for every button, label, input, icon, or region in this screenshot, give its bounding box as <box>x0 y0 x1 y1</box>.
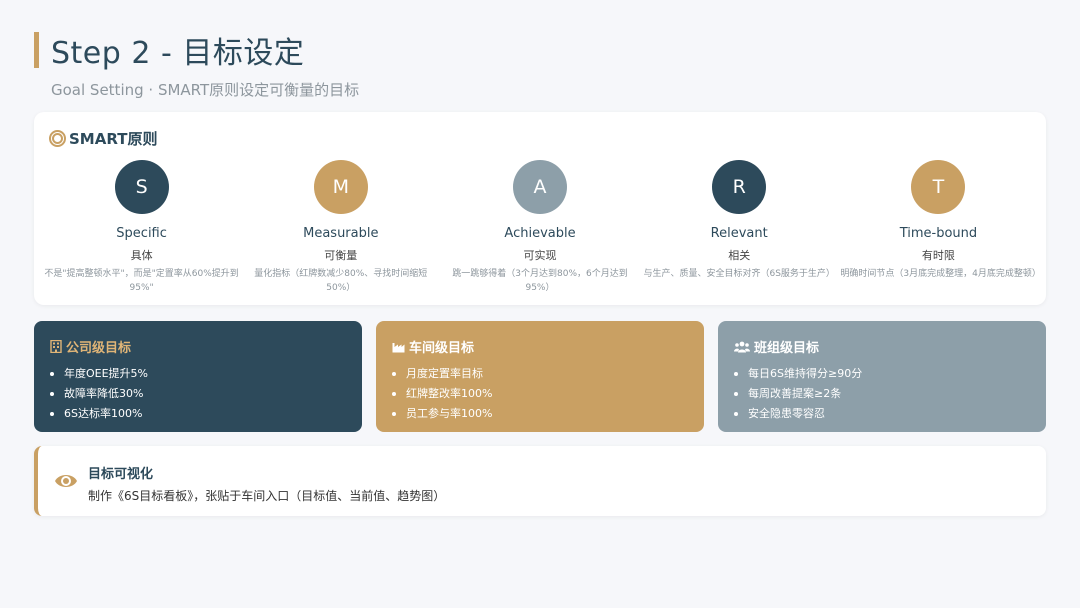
target-icon <box>49 130 66 147</box>
item-name: Specific <box>116 226 167 241</box>
letter-circle: M <box>313 160 368 214</box>
title-accent-bar <box>34 32 39 68</box>
letter-circle: T <box>911 160 966 214</box>
smart-title: SMART原则 <box>69 130 158 148</box>
smart-card: SMART原则 S Specific 具体 不是"提高整顿水平"，而是"定置率从… <box>34 112 1046 305</box>
item-desc: 不是"提高整顿水平"，而是"定置率从60%提升到95%" <box>44 269 239 293</box>
smart-header: SMART原则 <box>49 128 157 149</box>
list-item: 红牌整改率100% <box>392 384 688 404</box>
level-header: 公司级目标 <box>50 337 346 356</box>
factory-icon <box>392 342 405 352</box>
level-header: 车间级目标 <box>392 337 688 356</box>
smart-item-m: M Measurable 可衡量 量化指标（红牌数减少80%、寻找时间缩短50%… <box>241 160 440 295</box>
letter-circle: R <box>712 160 767 214</box>
list-item: 月度定置率目标 <box>392 364 688 384</box>
level-list: 年度OEE提升5% 故障率降低30% 6S达标率100% <box>50 364 346 424</box>
level-title: 车间级目标 <box>409 341 475 356</box>
team-icon <box>734 341 750 352</box>
item-cn: 可实现 <box>523 249 557 262</box>
smart-items: S Specific 具体 不是"提高整顿水平"，而是"定置率从60%提升到95… <box>42 160 1041 295</box>
item-cn: 有时限 <box>921 249 955 262</box>
letter-circle: S <box>114 160 169 214</box>
list-item: 员工参与率100% <box>392 404 688 424</box>
title-row: Step 2 - 目标设定 <box>34 28 304 72</box>
page-title: Step 2 - 目标设定 <box>51 36 305 71</box>
list-item: 6S达标率100% <box>50 404 346 424</box>
letter-circle: A <box>513 160 567 214</box>
smart-item-s: S Specific 具体 不是"提高整顿水平"，而是"定置率从60%提升到95… <box>42 160 241 295</box>
list-item: 故障率降低30% <box>50 384 346 404</box>
eye-icon <box>55 475 77 487</box>
item-name: Time-bound <box>899 226 978 241</box>
smart-item-t: T Time-bound 有时限 明确时间节点（3月底完成整理，4月底完成整顿） <box>839 160 1041 295</box>
level-header: 班组级目标 <box>734 337 1030 356</box>
item-cn: 相关 <box>728 249 751 262</box>
page-subtitle: Goal Setting · SMART原则设定可衡量的目标 <box>51 81 360 99</box>
item-name: Relevant <box>710 226 768 241</box>
item-desc: 跳一跳够得着（3个月达到80%，6个月达到95%） <box>452 269 628 293</box>
company-level-card: 公司级目标 年度OEE提升5% 故障率降低30% 6S达标率100% <box>34 321 362 432</box>
level-list: 月度定置率目标 红牌整改率100% 员工参与率100% <box>392 364 688 424</box>
visualization-title: 目标可视化 <box>88 467 154 482</box>
item-desc: 明确时间节点（3月底完成整理，4月底完成整顿） <box>840 269 1041 279</box>
level-title: 班组级目标 <box>754 341 820 356</box>
item-cn: 可衡量 <box>324 249 358 262</box>
item-desc: 与生产、质量、安全目标对齐（6S服务于生产） <box>643 269 835 279</box>
item-name: Measurable <box>303 226 379 241</box>
smart-item-r: R Relevant 相关 与生产、质量、安全目标对齐（6S服务于生产） <box>640 160 839 295</box>
item-cn: 具体 <box>130 249 153 262</box>
item-name: Achievable <box>504 226 576 241</box>
smart-item-a: A Achievable 可实现 跳一跳够得着（3个月达到80%，6个月达到95… <box>440 160 639 295</box>
slide: Step 2 - 目标设定 Goal Setting · SMART原则设定可衡… <box>0 0 1080 608</box>
list-item: 每周改善提案≥2条 <box>734 384 1030 404</box>
level-title: 公司级目标 <box>66 341 132 356</box>
visualization-text: 制作《6S目标看板》，张贴于车间入口（目标值、当前值、趋势图） <box>88 489 446 503</box>
list-item: 每日6S维持得分≥90分 <box>734 364 1030 384</box>
list-item: 年度OEE提升5% <box>50 364 346 384</box>
workshop-level-card: 车间级目标 月度定置率目标 红牌整改率100% 员工参与率100% <box>376 321 704 432</box>
building-icon <box>50 340 62 353</box>
visualization-card: 目标可视化 制作《6S目标看板》，张贴于车间入口（目标值、当前值、趋势图） <box>34 446 1046 516</box>
item-desc: 量化指标（红牌数减少80%、寻找时间缩短50%） <box>254 269 428 293</box>
team-level-card: 班组级目标 每日6S维持得分≥90分 每周改善提案≥2条 安全隐患零容忍 <box>718 321 1046 432</box>
list-item: 安全隐患零容忍 <box>734 404 1030 424</box>
level-list: 每日6S维持得分≥90分 每周改善提案≥2条 安全隐患零容忍 <box>734 364 1030 424</box>
